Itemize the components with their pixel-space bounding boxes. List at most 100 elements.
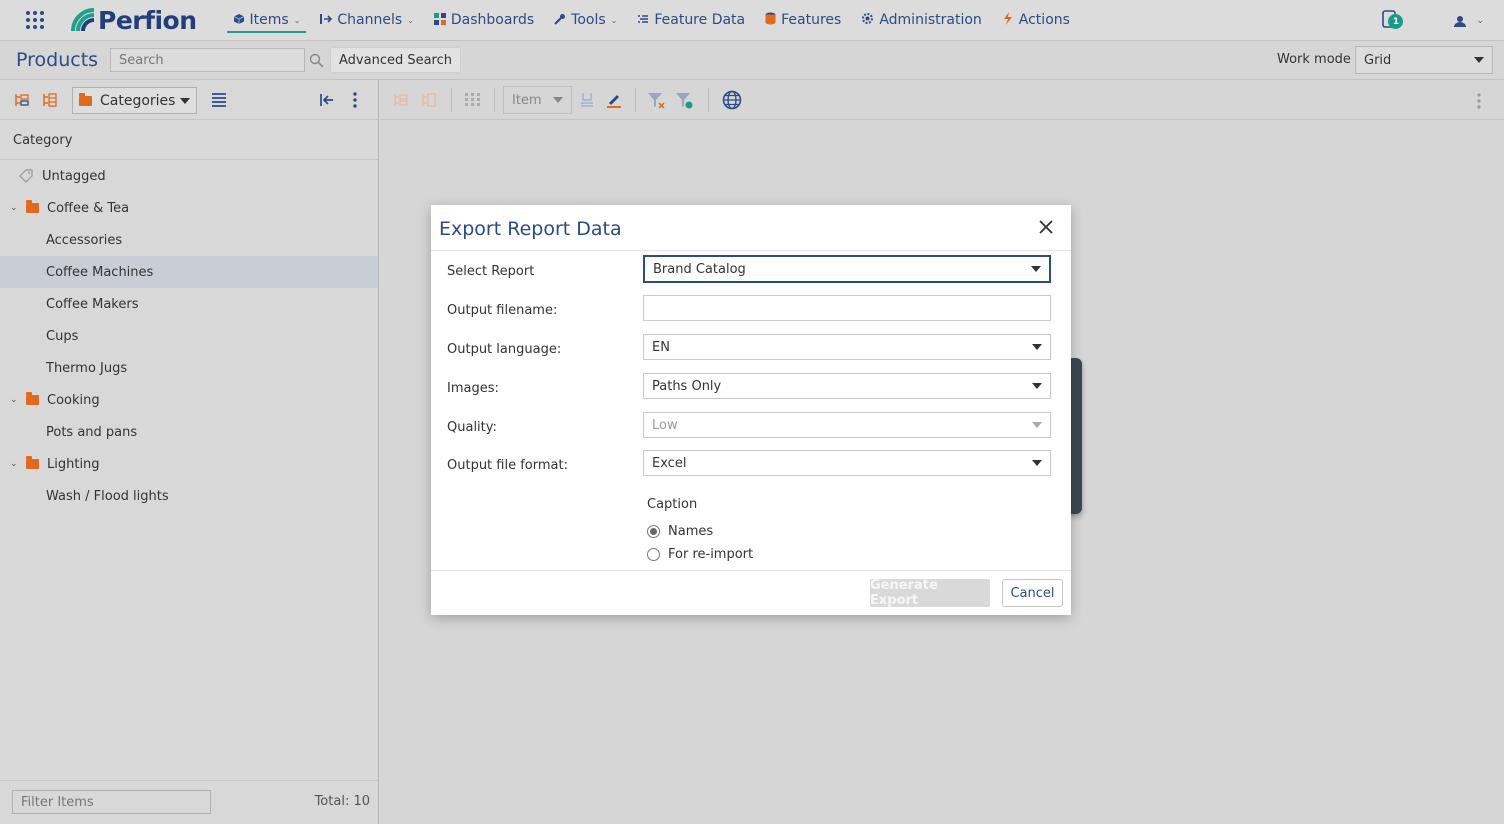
apps-grid-icon[interactable] <box>0 10 70 30</box>
filter-items-input[interactable] <box>12 790 211 814</box>
collapse-panel-icon[interactable] <box>320 93 334 107</box>
tree-item[interactable]: Pots and pans <box>0 416 378 448</box>
tree-item[interactable]: ⌄ Lighting <box>0 448 378 480</box>
generate-export-button[interactable]: Generate Export <box>870 578 990 608</box>
tree-item[interactable]: Untagged <box>0 160 378 192</box>
quality-row: Quality: Low <box>431 412 1071 442</box>
tree-collapse-icon[interactable] <box>421 92 437 108</box>
images-dropdown[interactable]: Paths Only <box>643 373 1051 399</box>
globe-icon[interactable] <box>722 90 742 110</box>
work-mode-select[interactable]: Grid <box>1355 46 1493 74</box>
tree-item[interactable]: Thermo Jugs <box>0 352 378 384</box>
tree-collapse-icon[interactable] <box>42 92 58 108</box>
caret-down-icon <box>1032 422 1042 428</box>
caret-down-icon <box>180 97 190 104</box>
caret-down-icon <box>1032 383 1042 389</box>
tree-item[interactable]: Accessories <box>0 224 378 256</box>
toolbar-divider <box>451 88 452 112</box>
edit-pen-icon[interactable] <box>606 92 622 108</box>
top-right-controls: 1 ⌄ <box>1376 0 1504 41</box>
user-icon <box>1454 15 1467 27</box>
category-panel-footer: Total: 10 <box>0 780 378 824</box>
cancel-button[interactable]: Cancel <box>1002 579 1063 607</box>
output-language-dropdown[interactable]: EN <box>643 334 1051 360</box>
quality-dropdown[interactable]: Low <box>643 412 1051 438</box>
folder-icon <box>26 392 39 405</box>
page-title: Products <box>16 49 99 71</box>
nav-tools[interactable]: Tools ⌄ <box>544 0 627 41</box>
tree-item[interactable]: ⌄ Coffee & Tea <box>0 192 378 224</box>
notifications-button[interactable]: 1 <box>1376 0 1406 41</box>
nav-items-label: Items <box>249 12 289 28</box>
grid-dots-icon[interactable] <box>465 93 481 107</box>
caption-option-names[interactable]: Names <box>647 524 713 539</box>
folder-icon <box>26 200 39 213</box>
toolbar-divider <box>494 88 495 112</box>
chevron-down-icon: ⌄ <box>293 15 301 25</box>
quality-label: Quality: <box>447 420 497 435</box>
nav-administration-label: Administration <box>879 12 982 28</box>
tree-item-label: Pots and pans <box>46 424 138 440</box>
output-language-value: EN <box>652 339 670 355</box>
caret-down-icon <box>553 97 563 103</box>
notification-badge: 1 <box>1388 14 1404 29</box>
nav-actions[interactable]: Actions <box>992 0 1080 41</box>
output-filename-input[interactable] <box>643 295 1051 321</box>
item-type-value: Item <box>512 92 542 108</box>
tree-item[interactable]: Cups <box>0 320 378 352</box>
tree-expand-icon[interactable] <box>393 92 409 108</box>
caption-option-reimport[interactable]: For re-import <box>647 547 753 562</box>
dashboard-icon <box>433 12 446 28</box>
nav-feature-data[interactable]: Feature Data <box>627 0 755 41</box>
apply-filter-icon[interactable] <box>675 92 693 109</box>
perfion-logo[interactable]: Perfion <box>70 6 197 35</box>
output-file-format-dropdown[interactable]: Excel <box>643 450 1051 476</box>
chevron-down-icon: ⌄ <box>407 15 414 25</box>
toolbar-divider <box>708 88 709 112</box>
select-report-dropdown[interactable]: Brand Catalog <box>643 255 1051 283</box>
wrench-icon <box>554 13 566 28</box>
nav-features-label: Features <box>781 12 842 28</box>
tree-item[interactable]: Coffee Machines <box>0 256 378 288</box>
search-icon[interactable] <box>309 53 324 68</box>
tree-expand-icon[interactable] <box>14 92 30 108</box>
close-icon[interactable] <box>1039 220 1053 234</box>
list-view-icon[interactable] <box>211 93 227 107</box>
nav-channels[interactable]: Channels ⌄ <box>310 0 423 41</box>
item-type-dropdown[interactable]: Item <box>503 86 572 114</box>
nav-items[interactable]: Items ⌄ <box>223 0 311 41</box>
chevron-down-icon[interactable]: ⌄ <box>10 395 22 405</box>
user-menu-button[interactable]: ⌄ <box>1454 15 1484 27</box>
tree-item[interactable]: Wash / Flood lights <box>0 480 378 512</box>
more-options-icon[interactable] <box>1477 93 1481 109</box>
category-column-header: Category <box>0 120 378 160</box>
work-mode-label: Work mode <box>1277 52 1351 67</box>
more-options-icon[interactable] <box>353 92 357 108</box>
nav-dashboards[interactable]: Dashboards <box>424 0 544 41</box>
nav-dashboards-label: Dashboards <box>450 12 535 28</box>
tree-item[interactable]: ⌄ Cooking <box>0 384 378 416</box>
categories-dropdown[interactable]: Categories <box>72 87 197 114</box>
output-file-format-row: Output file format: Excel <box>431 450 1071 480</box>
chevron-down-icon[interactable]: ⌄ <box>10 459 22 469</box>
chevron-down-icon[interactable]: ⌄ <box>10 203 22 213</box>
radio-button[interactable] <box>647 548 660 561</box>
tree-item[interactable]: Coffee Makers <box>0 288 378 320</box>
nav-administration[interactable]: Administration <box>851 0 991 41</box>
clear-filter-icon[interactable] <box>647 92 665 109</box>
search-input[interactable] <box>110 48 305 72</box>
toolbar-divider <box>635 88 636 112</box>
work-mode-value: Grid <box>1364 52 1392 68</box>
dialog-title: Export Report Data <box>439 218 622 240</box>
radio-button-checked[interactable] <box>647 525 660 538</box>
save-icon[interactable] <box>580 92 594 108</box>
chevron-down-icon: ⌄ <box>610 15 618 25</box>
list-icon <box>637 13 649 28</box>
caption-option-names-label: Names <box>668 524 714 539</box>
bolt-icon <box>1002 12 1014 28</box>
caption-option-reimport-label: For re-import <box>668 547 754 562</box>
nav-features[interactable]: Features <box>755 0 851 41</box>
output-file-format-value: Excel <box>652 455 687 471</box>
advanced-search-button[interactable]: Advanced Search <box>330 47 462 73</box>
export-report-dialog: Export Report Data Select Report Brand C… <box>431 205 1071 615</box>
